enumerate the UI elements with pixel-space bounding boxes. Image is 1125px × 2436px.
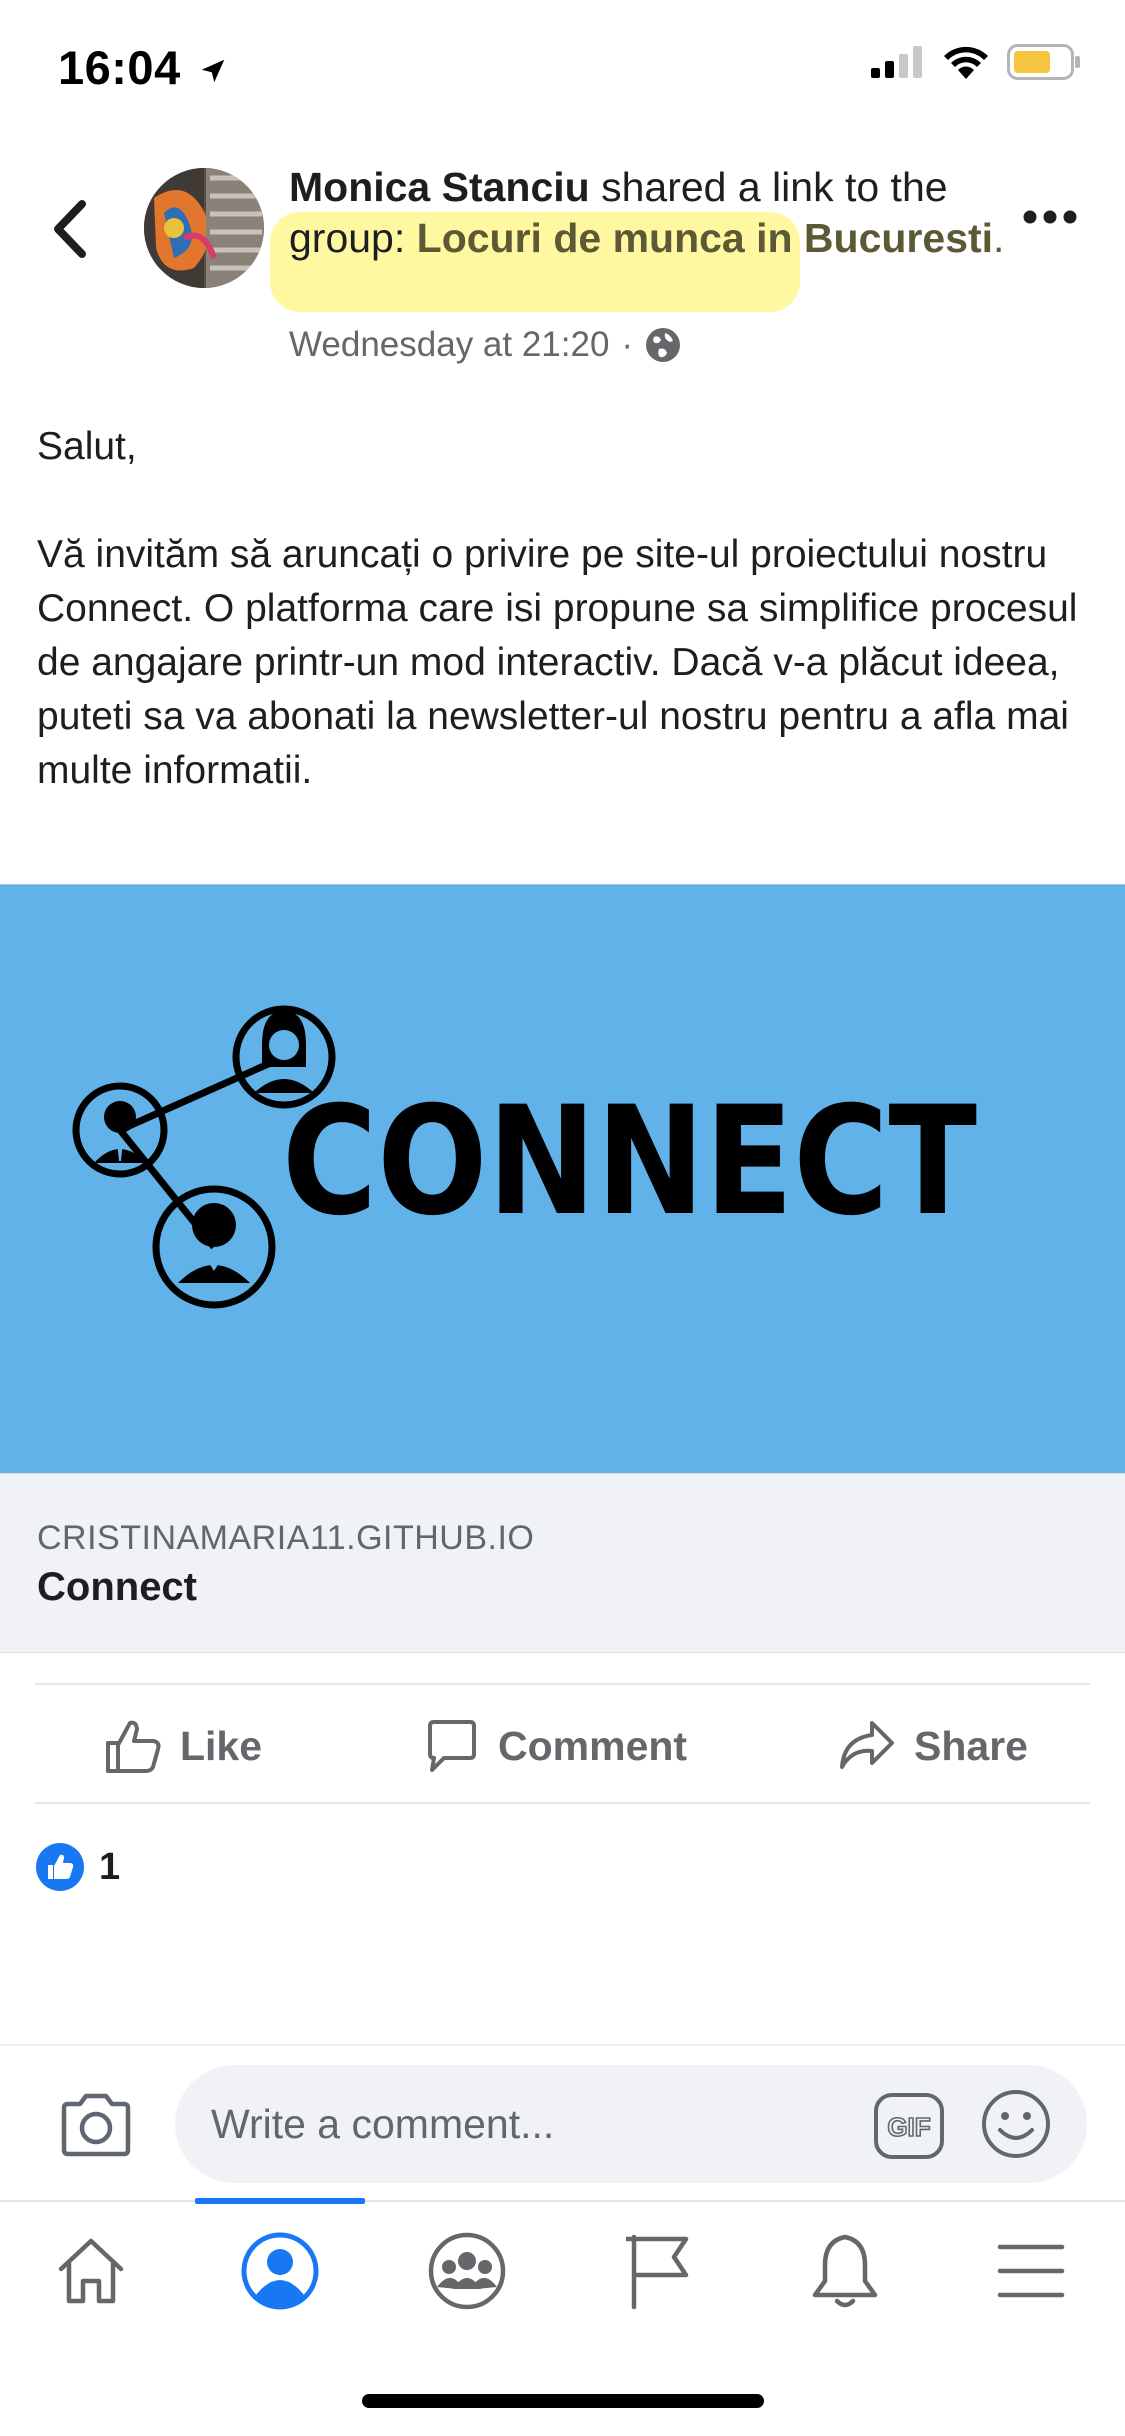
wifi-icon — [944, 46, 988, 79]
reaction-summary[interactable]: 1 — [35, 1842, 120, 1892]
globe-icon — [646, 328, 681, 362]
tab-profile[interactable] — [235, 2226, 325, 2316]
status-time: 16:04 — [58, 40, 228, 95]
smiley-icon — [982, 2090, 1050, 2158]
menu-icon — [997, 2244, 1065, 2298]
actions-divider-top — [35, 1683, 1090, 1685]
comment-button[interactable]: Comment — [424, 1715, 687, 1777]
tab-notifications[interactable] — [800, 2226, 890, 2316]
battery-icon — [1007, 44, 1080, 80]
link-preview-info[interactable] — [0, 1473, 1125, 1653]
emoji-button[interactable] — [980, 2088, 1052, 2165]
gif-button[interactable]: GIF — [873, 2092, 945, 2165]
tab-menu[interactable] — [986, 2226, 1076, 2316]
more-horizontal-icon — [1023, 210, 1077, 224]
location-arrow-icon — [202, 59, 225, 83]
thumbs-up-icon — [106, 1720, 161, 1773]
flag-icon — [626, 2234, 689, 2310]
gif-label: GIF — [887, 2112, 930, 2142]
back-button[interactable] — [44, 196, 94, 262]
home-icon — [58, 2238, 124, 2304]
post-body: Salut, Vă invităm să aruncați o privire … — [37, 420, 1097, 852]
post-message: Vă invităm să aruncați o privire pe site… — [37, 533, 1078, 792]
share-button[interactable]: Share — [838, 1715, 1028, 1777]
post-header-text: Monica Stanciu shared a link to the grou… — [289, 162, 1009, 264]
meta-separator: · — [621, 325, 634, 364]
tab-bar-divider — [0, 2200, 1125, 2202]
avatar[interactable] — [144, 168, 264, 288]
share-label: Share — [914, 1722, 1028, 1769]
like-reaction-icon — [36, 1843, 84, 1891]
profile-icon — [241, 2232, 319, 2310]
more-options-button[interactable] — [1023, 210, 1077, 229]
share-icon — [840, 1721, 894, 1769]
link-preview-image[interactable]: CONNECT — [0, 884, 1125, 1474]
tab-home[interactable] — [46, 2226, 136, 2316]
groups-icon — [428, 2232, 506, 2310]
period: . — [993, 215, 1005, 261]
comment-label: Comment — [498, 1722, 688, 1769]
post-meta: Wednesday at 21:20 · — [289, 325, 681, 365]
camera-button[interactable] — [58, 2092, 134, 2163]
chevron-left-icon — [54, 200, 86, 258]
post-greeting: Salut, — [37, 425, 137, 468]
like-label: Like — [180, 1722, 263, 1769]
home-indicator — [362, 2394, 764, 2408]
link-title[interactable]: Connect — [37, 1565, 197, 1610]
bell-icon — [812, 2234, 878, 2308]
group-link[interactable]: Locuri de munca in Bucuresti — [417, 215, 993, 261]
avatar-image — [144, 168, 264, 288]
camera-icon — [61, 2093, 131, 2157]
tab-groups[interactable] — [422, 2226, 512, 2316]
tab-pages[interactable] — [612, 2226, 702, 2316]
signal-icon — [871, 46, 922, 78]
status-indicators — [871, 44, 1081, 80]
post-timestamp[interactable]: Wednesday at 21:20 — [289, 325, 609, 365]
comment-bar-divider — [0, 2044, 1125, 2046]
like-button[interactable]: Like — [104, 1715, 262, 1777]
actions-divider-bottom — [35, 1802, 1090, 1804]
comment-input[interactable] — [175, 2065, 1087, 2183]
comment-icon — [428, 1720, 476, 1772]
connect-logo-text: CONNECT — [282, 1075, 977, 1249]
gif-icon: GIF — [874, 2093, 944, 2159]
reaction-count: 1 — [99, 1845, 121, 1888]
connect-logo: CONNECT — [72, 1005, 977, 1309]
active-tab-indicator — [195, 2198, 365, 2204]
author-name[interactable]: Monica Stanciu — [289, 164, 590, 210]
link-domain: CRISTINAMARIA11.GITHUB.IO — [37, 1519, 535, 1557]
